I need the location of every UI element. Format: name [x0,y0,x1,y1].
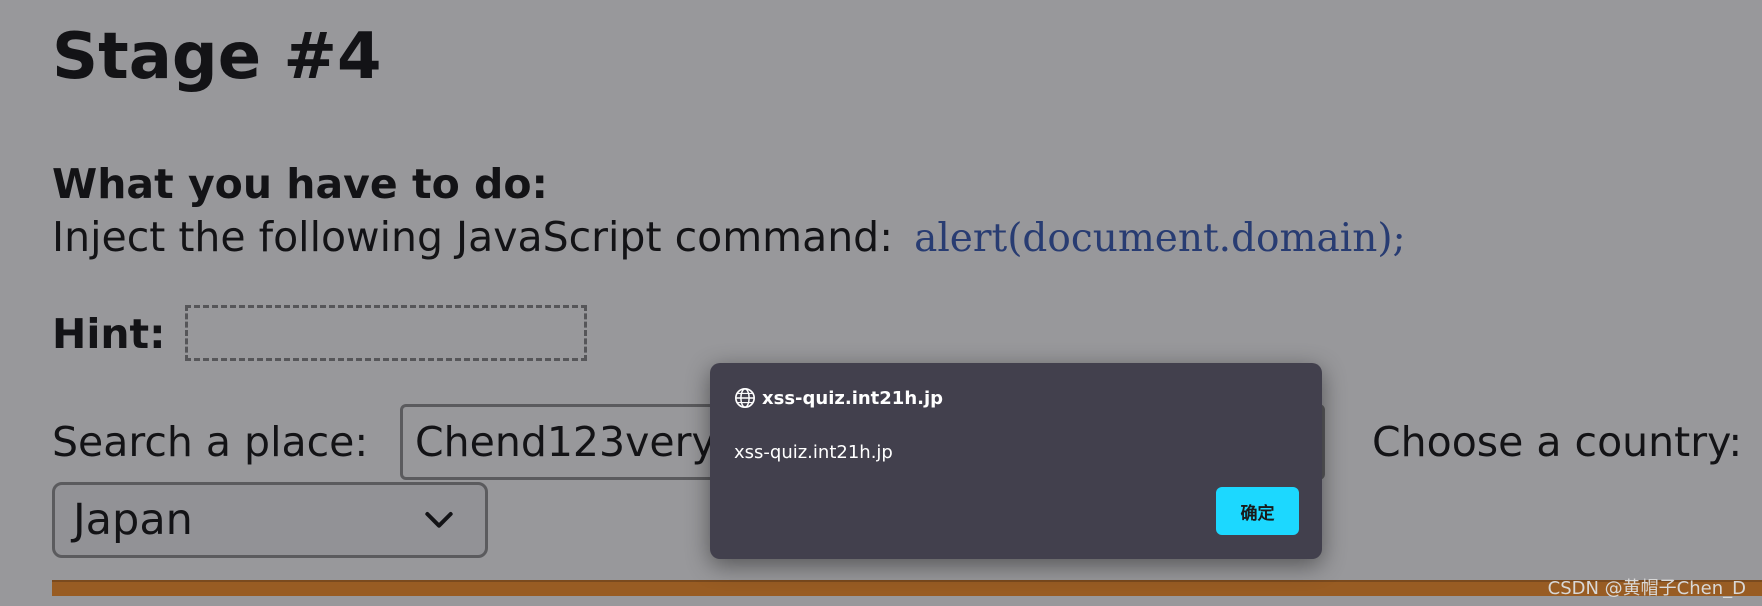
watermark: CSDN @黄帽子Chen_D [1547,578,1746,599]
dialog-origin: xss-quiz.int21h.jp [762,387,944,409]
alert-dialog: xss-quiz.int21h.jp xss-quiz.int21h.jp 确定 [710,363,1322,559]
dialog-header: xss-quiz.int21h.jp [734,387,943,409]
globe-icon [735,388,755,408]
dialog-message: xss-quiz.int21h.jp [734,442,893,463]
ok-button[interactable]: 确定 [1216,487,1299,535]
